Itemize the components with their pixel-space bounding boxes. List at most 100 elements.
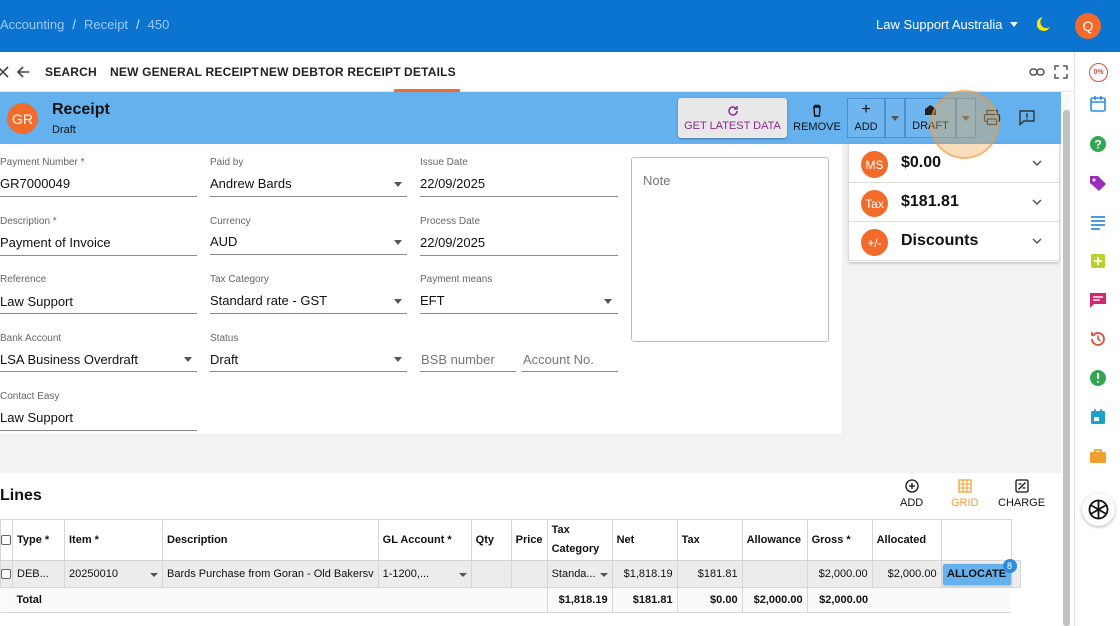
tax-category-cell[interactable]: Standa... <box>546 560 613 588</box>
tab-search[interactable]: SEARCH <box>45 65 97 79</box>
org-selector[interactable]: Law Support Australia <box>876 17 1019 32</box>
chat-icon[interactable] <box>1088 290 1108 310</box>
select-all-checkbox[interactable] <box>1 535 11 546</box>
tax-category-select[interactable]: Standard rate - GST <box>210 293 327 308</box>
column-header[interactable]: GL Account * <box>377 519 472 561</box>
fullscreen-icon[interactable] <box>1052 63 1070 81</box>
event-icon[interactable] <box>1088 407 1108 427</box>
nav-bar: SEARCH NEW GENERAL RECEIPT NEW DEBTOR RE… <box>0 52 1074 92</box>
summary-row-tax[interactable]: Tax $181.81 <box>849 183 1059 222</box>
total-label: Total <box>12 587 548 613</box>
allocate-button[interactable]: ALLOCATE 8 <box>942 558 1017 585</box>
get-latest-data-button[interactable]: GET LATEST DATA <box>678 98 787 138</box>
lines-grid-label: GRID <box>951 497 979 509</box>
gl-account-value: 1-1200,... <box>382 568 430 580</box>
gross-cell[interactable]: $2,000.00 <box>806 560 873 588</box>
user-avatar[interactable]: Q <box>1075 13 1101 39</box>
net-cell: $1,818.19 <box>611 560 678 588</box>
price-cell[interactable] <box>510 560 548 588</box>
reference-field[interactable]: Law Support <box>0 294 73 309</box>
lines-add-button[interactable]: ADD <box>900 479 923 509</box>
chevron-down-icon <box>1032 160 1042 167</box>
paid-by-select[interactable]: Andrew Bards <box>210 176 292 191</box>
payment-number-field[interactable]: GR7000049 <box>0 176 70 191</box>
status-label: Status <box>210 333 239 344</box>
grid-icon <box>958 479 972 493</box>
process-date-field[interactable]: 22/09/2025 <box>420 235 485 250</box>
breadcrumb-450[interactable]: 450 <box>148 17 170 32</box>
progress-percent-icon[interactable]: 0% <box>1089 63 1108 82</box>
scrollbar-thumb[interactable] <box>1063 110 1070 626</box>
alert-badge-icon[interactable] <box>1088 368 1108 388</box>
summary-avatar: Tax <box>861 190 888 217</box>
column-header[interactable]: Tax <box>676 519 743 561</box>
column-header[interactable]: Allowance <box>741 519 808 561</box>
status-select[interactable]: Draft <box>210 352 238 367</box>
contact-field[interactable]: Law Support <box>0 410 73 425</box>
description-cell[interactable]: Bards Purchase from Goran - Old Bakersv <box>162 560 379 588</box>
item-value: 20250010 <box>69 568 118 580</box>
field-underline <box>210 313 407 314</box>
payment-number-label: Payment Number * <box>0 157 85 168</box>
column-header[interactable]: Gross * <box>806 519 873 561</box>
click-highlight <box>930 90 999 159</box>
type-cell[interactable]: DEB... <box>12 560 65 588</box>
moon-icon[interactable] <box>1037 16 1053 32</box>
table-total-row: Total $1,818.19 $181.81 $0.00 $2,000.00 … <box>0 587 1021 613</box>
column-header[interactable]: Qty <box>470 519 512 561</box>
summary-row-discounts[interactable]: +/- Discounts <box>849 222 1059 261</box>
column-header[interactable]: Allocated <box>871 519 942 561</box>
column-header[interactable]: Price <box>510 519 548 561</box>
column-header[interactable]: Tax Category <box>546 519 613 561</box>
add-button[interactable]: + ADD <box>847 98 885 138</box>
tab-new-general-receipt[interactable]: NEW GENERAL RECEIPT <box>110 65 259 79</box>
remove-button[interactable]: REMOVE <box>791 98 843 138</box>
history-icon[interactable] <box>1088 329 1108 349</box>
refresh-icon <box>727 105 738 116</box>
tab-details[interactable]: DETAILS <box>404 65 456 79</box>
payment-means-select[interactable]: EFT <box>420 293 445 308</box>
currency-select[interactable]: AUD <box>210 234 237 249</box>
caret-down-icon <box>394 240 402 245</box>
ai-assistant-icon[interactable] <box>1082 493 1115 526</box>
add-note-icon[interactable] <box>1088 251 1108 271</box>
gl-account-cell[interactable]: 1-1200,... <box>377 560 472 588</box>
row-checkbox[interactable] <box>1 569 11 580</box>
item-cell[interactable]: 20250010 <box>64 560 163 588</box>
note-textarea[interactable]: Note <box>631 157 829 342</box>
back-arrow-icon[interactable] <box>14 63 32 81</box>
record-status: Draft <box>52 124 76 136</box>
svg-text:?: ? <box>1094 138 1101 152</box>
lines-title: Lines <box>0 487 42 504</box>
lines-grid-button[interactable]: GRID <box>951 479 979 509</box>
breadcrumb-receipt[interactable]: Receipt <box>84 17 128 32</box>
total-allocated: $2,000.00 <box>806 587 873 613</box>
link-icon[interactable] <box>1028 63 1046 81</box>
close-icon[interactable] <box>0 63 12 81</box>
bank-account-select[interactable]: LSA Business Overdraft <box>0 352 138 367</box>
table-row[interactable]: DEB... 20250010 Bards Purchase from Gora… <box>0 558 1021 588</box>
column-header[interactable]: Type * <box>12 519 65 561</box>
feedback-icon[interactable] <box>1018 109 1036 126</box>
bsb-number-input[interactable]: BSB number <box>421 352 495 367</box>
issue-date-field[interactable]: 22/09/2025 <box>420 176 485 191</box>
column-header[interactable]: Item * <box>64 519 163 561</box>
column-header[interactable]: Description <box>162 519 379 561</box>
qty-cell[interactable] <box>470 560 512 588</box>
lines-add-label: ADD <box>900 497 924 509</box>
field-underline <box>0 255 197 256</box>
tab-new-debtor-receipt[interactable]: NEW DEBTOR RECEIPT <box>260 65 401 79</box>
add-dropdown-button[interactable] <box>885 98 905 138</box>
calendar-icon[interactable] <box>1088 94 1108 114</box>
breadcrumb-accounting[interactable]: Accounting <box>0 17 64 32</box>
description-field[interactable]: Payment of Invoice <box>0 235 111 250</box>
notes-icon[interactable] <box>1088 212 1108 232</box>
briefcase-icon[interactable] <box>1088 446 1108 466</box>
lines-charge-button[interactable]: CHARGE <box>998 479 1045 509</box>
record-avatar: GR <box>7 103 38 134</box>
tag-icon[interactable] <box>1088 173 1108 193</box>
field-underline <box>210 254 407 255</box>
column-header[interactable]: Net <box>611 519 678 561</box>
help-icon[interactable]: ? <box>1088 134 1108 154</box>
account-number-input[interactable]: Account No. <box>523 352 594 367</box>
